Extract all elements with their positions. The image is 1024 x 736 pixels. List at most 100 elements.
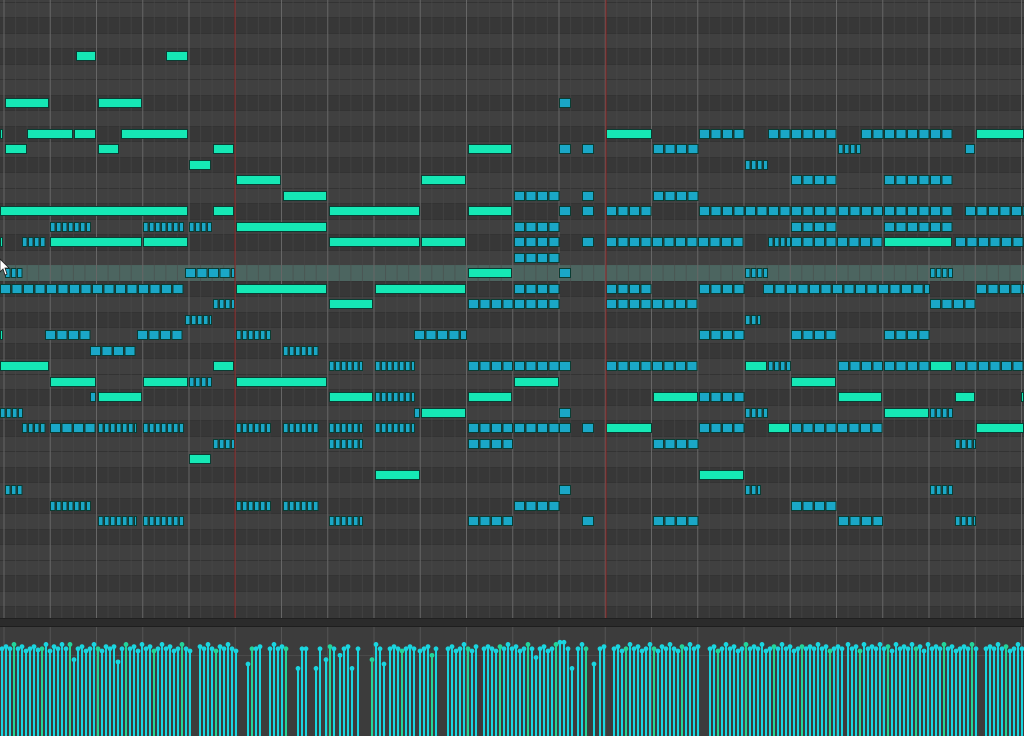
note[interactable] — [791, 237, 802, 247]
note[interactable] — [895, 175, 907, 185]
note[interactable] — [710, 129, 722, 139]
note[interactable] — [301, 501, 307, 511]
velocity-bar[interactable] — [157, 648, 159, 736]
note[interactable] — [757, 268, 763, 278]
note[interactable] — [34, 423, 40, 433]
note[interactable] — [825, 129, 837, 139]
note[interactable] — [414, 408, 420, 418]
velocity-handle[interactable] — [457, 646, 463, 652]
velocity-bar[interactable] — [523, 648, 525, 736]
velocity-bar[interactable] — [231, 648, 233, 736]
note[interactable] — [236, 423, 242, 433]
note[interactable] — [341, 439, 347, 449]
note[interactable] — [73, 423, 84, 433]
note[interactable] — [98, 516, 104, 526]
note[interactable] — [1001, 361, 1012, 371]
note[interactable] — [941, 299, 953, 309]
velocity-bar[interactable] — [539, 648, 541, 736]
velocity-bar[interactable] — [863, 644, 865, 736]
note[interactable] — [606, 299, 617, 309]
velocity-handle[interactable] — [687, 642, 693, 647]
note[interactable] — [640, 206, 652, 216]
note[interactable] — [173, 423, 179, 433]
velocity-bar[interactable] — [907, 648, 909, 736]
note[interactable] — [155, 423, 161, 433]
velocity-handle[interactable] — [711, 644, 717, 650]
note[interactable] — [537, 237, 548, 247]
key-row[interactable] — [0, 451, 1024, 467]
note[interactable] — [359, 361, 363, 371]
velocity-bar[interactable] — [495, 650, 497, 736]
velocity-bar[interactable] — [1, 648, 3, 736]
note[interactable] — [559, 144, 571, 154]
note[interactable] — [802, 237, 814, 247]
note[interactable] — [548, 284, 560, 294]
velocity-handle[interactable] — [91, 642, 97, 647]
velocity-bar[interactable] — [109, 648, 111, 736]
note[interactable] — [50, 377, 96, 387]
velocity-bar[interactable] — [351, 668, 353, 736]
note[interactable] — [491, 299, 502, 309]
velocity-bar[interactable] — [129, 648, 131, 736]
note[interactable] — [375, 392, 381, 402]
note[interactable] — [110, 516, 116, 526]
velocity-bar[interactable] — [753, 646, 755, 736]
note[interactable] — [814, 501, 825, 511]
velocity-handle[interactable] — [723, 642, 729, 647]
velocity-bar[interactable] — [871, 646, 873, 736]
note[interactable] — [930, 222, 941, 232]
note[interactable] — [86, 222, 91, 232]
note[interactable] — [242, 423, 248, 433]
velocity-bar[interactable] — [89, 648, 91, 736]
note[interactable] — [953, 299, 964, 309]
note[interactable] — [160, 330, 171, 340]
note[interactable] — [838, 144, 844, 154]
note[interactable] — [161, 222, 167, 232]
velocity-handle[interactable] — [63, 646, 69, 652]
note[interactable] — [907, 129, 918, 139]
note[interactable] — [955, 516, 961, 526]
note[interactable] — [936, 408, 942, 418]
note[interactable] — [837, 423, 848, 433]
note[interactable] — [248, 330, 254, 340]
note[interactable] — [537, 253, 548, 263]
velocity-handle[interactable] — [267, 646, 273, 652]
note[interactable] — [751, 408, 757, 418]
velocity-bar[interactable] — [629, 644, 631, 736]
velocity-handle[interactable] — [31, 644, 37, 650]
note[interactable] — [548, 299, 560, 309]
velocity-bar[interactable] — [1005, 646, 1007, 736]
velocity-bar[interactable] — [507, 644, 509, 736]
note[interactable] — [936, 268, 942, 278]
note[interactable] — [653, 516, 664, 526]
note[interactable] — [104, 516, 110, 526]
note[interactable] — [22, 423, 28, 433]
velocity-bar[interactable] — [829, 650, 831, 736]
note[interactable] — [329, 392, 373, 402]
note[interactable] — [710, 284, 722, 294]
note[interactable] — [780, 361, 786, 371]
note[interactable] — [28, 237, 34, 247]
note[interactable] — [663, 299, 675, 309]
note[interactable] — [525, 299, 537, 309]
note[interactable] — [313, 423, 319, 433]
note[interactable] — [802, 206, 814, 216]
velocity-bar[interactable] — [37, 649, 39, 736]
key-row[interactable] — [0, 312, 1024, 327]
note[interactable] — [414, 330, 425, 340]
note[interactable] — [248, 423, 254, 433]
velocity-handle[interactable] — [67, 642, 73, 647]
velocity-bar[interactable] — [427, 646, 429, 736]
note[interactable] — [861, 206, 872, 216]
note[interactable] — [606, 237, 617, 247]
velocity-handle[interactable] — [655, 648, 661, 654]
velocity-handle[interactable] — [283, 646, 289, 652]
velocity-bar[interactable] — [5, 646, 7, 736]
note[interactable] — [231, 268, 235, 278]
velocity-bar[interactable] — [431, 655, 433, 736]
velocity-handle[interactable] — [695, 644, 701, 650]
velocity-bar[interactable] — [53, 646, 55, 736]
velocity-handle[interactable] — [675, 648, 681, 654]
velocity-bar[interactable] — [169, 646, 171, 736]
velocity-handle[interactable] — [349, 666, 355, 671]
